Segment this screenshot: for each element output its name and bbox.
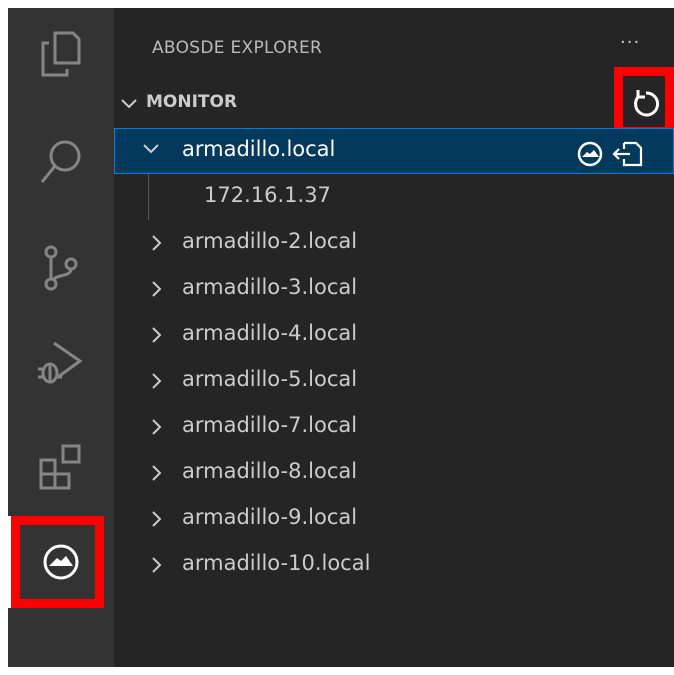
sidebar: ABOSDE EXPLORER ··· MONITOR armadillo.lo… (114, 8, 674, 667)
chevron-down-icon (121, 99, 137, 109)
chevron-right-icon (152, 511, 162, 527)
tree-item-label: armadillo-5.local (182, 367, 358, 391)
tree-item-label: armadillo-8.local (182, 459, 358, 483)
search-icon (40, 140, 81, 183)
open-in-window-icon[interactable] (612, 140, 644, 168)
chevron-down-icon (143, 144, 159, 154)
extensions-icon (39, 444, 81, 490)
extensions-button[interactable] (8, 436, 114, 496)
chevron-right-icon (152, 327, 162, 343)
section-title: MONITOR (146, 92, 238, 112)
tree-item-label: armadillo.local (182, 137, 336, 161)
tree-item-device[interactable]: armadillo-5.local (114, 358, 674, 404)
source-control-button[interactable] (8, 238, 114, 298)
more-actions-button[interactable]: ··· (620, 32, 640, 53)
tree-item-label: armadillo-10.local (182, 551, 371, 575)
tree-item-device[interactable]: armadillo.local (114, 128, 674, 174)
tree-item-label: armadillo-9.local (182, 505, 358, 529)
tree-item-address[interactable]: 172.16.1.37 (114, 174, 674, 220)
tree-item-label: armadillo-2.local (182, 229, 358, 253)
vscode-window: ABOSDE EXPLORER ··· MONITOR armadillo.lo… (8, 8, 674, 667)
activity-bar (8, 8, 114, 667)
tree-item-device[interactable]: armadillo-7.local (114, 404, 674, 450)
chevron-right-icon (152, 373, 162, 389)
tree-item-device[interactable]: armadillo-3.local (114, 266, 674, 312)
search-button[interactable] (8, 132, 114, 192)
files-icon (41, 31, 81, 77)
abosde-icon[interactable] (576, 140, 606, 168)
explorer-button[interactable] (8, 24, 114, 84)
sidebar-title: ABOSDE EXPLORER (152, 38, 323, 58)
source-control-icon (44, 245, 78, 291)
chevron-right-icon (152, 235, 162, 251)
tree-item-label: armadillo-4.local (182, 321, 358, 345)
highlight-box (11, 516, 104, 608)
run-debug-icon (38, 341, 83, 384)
tree-item-device[interactable]: armadillo-10.local (114, 542, 674, 588)
tree-item-device[interactable]: armadillo-9.local (114, 496, 674, 542)
chevron-right-icon (152, 465, 162, 481)
tree-item-label: armadillo-3.local (182, 275, 358, 299)
tree-item-label: armadillo-7.local (182, 413, 358, 437)
tree-item-label: 172.16.1.37 (204, 183, 331, 207)
chevron-right-icon (152, 557, 162, 573)
highlight-box (614, 67, 674, 136)
chevron-right-icon (152, 281, 162, 297)
section-header-monitor[interactable]: MONITOR (114, 88, 674, 120)
chevron-right-icon (152, 419, 162, 435)
tree-item-device[interactable]: armadillo-2.local (114, 220, 674, 266)
tree-item-device[interactable]: armadillo-4.local (114, 312, 674, 358)
tree-item-device[interactable]: armadillo-8.local (114, 450, 674, 496)
run-debug-button[interactable] (8, 332, 114, 392)
